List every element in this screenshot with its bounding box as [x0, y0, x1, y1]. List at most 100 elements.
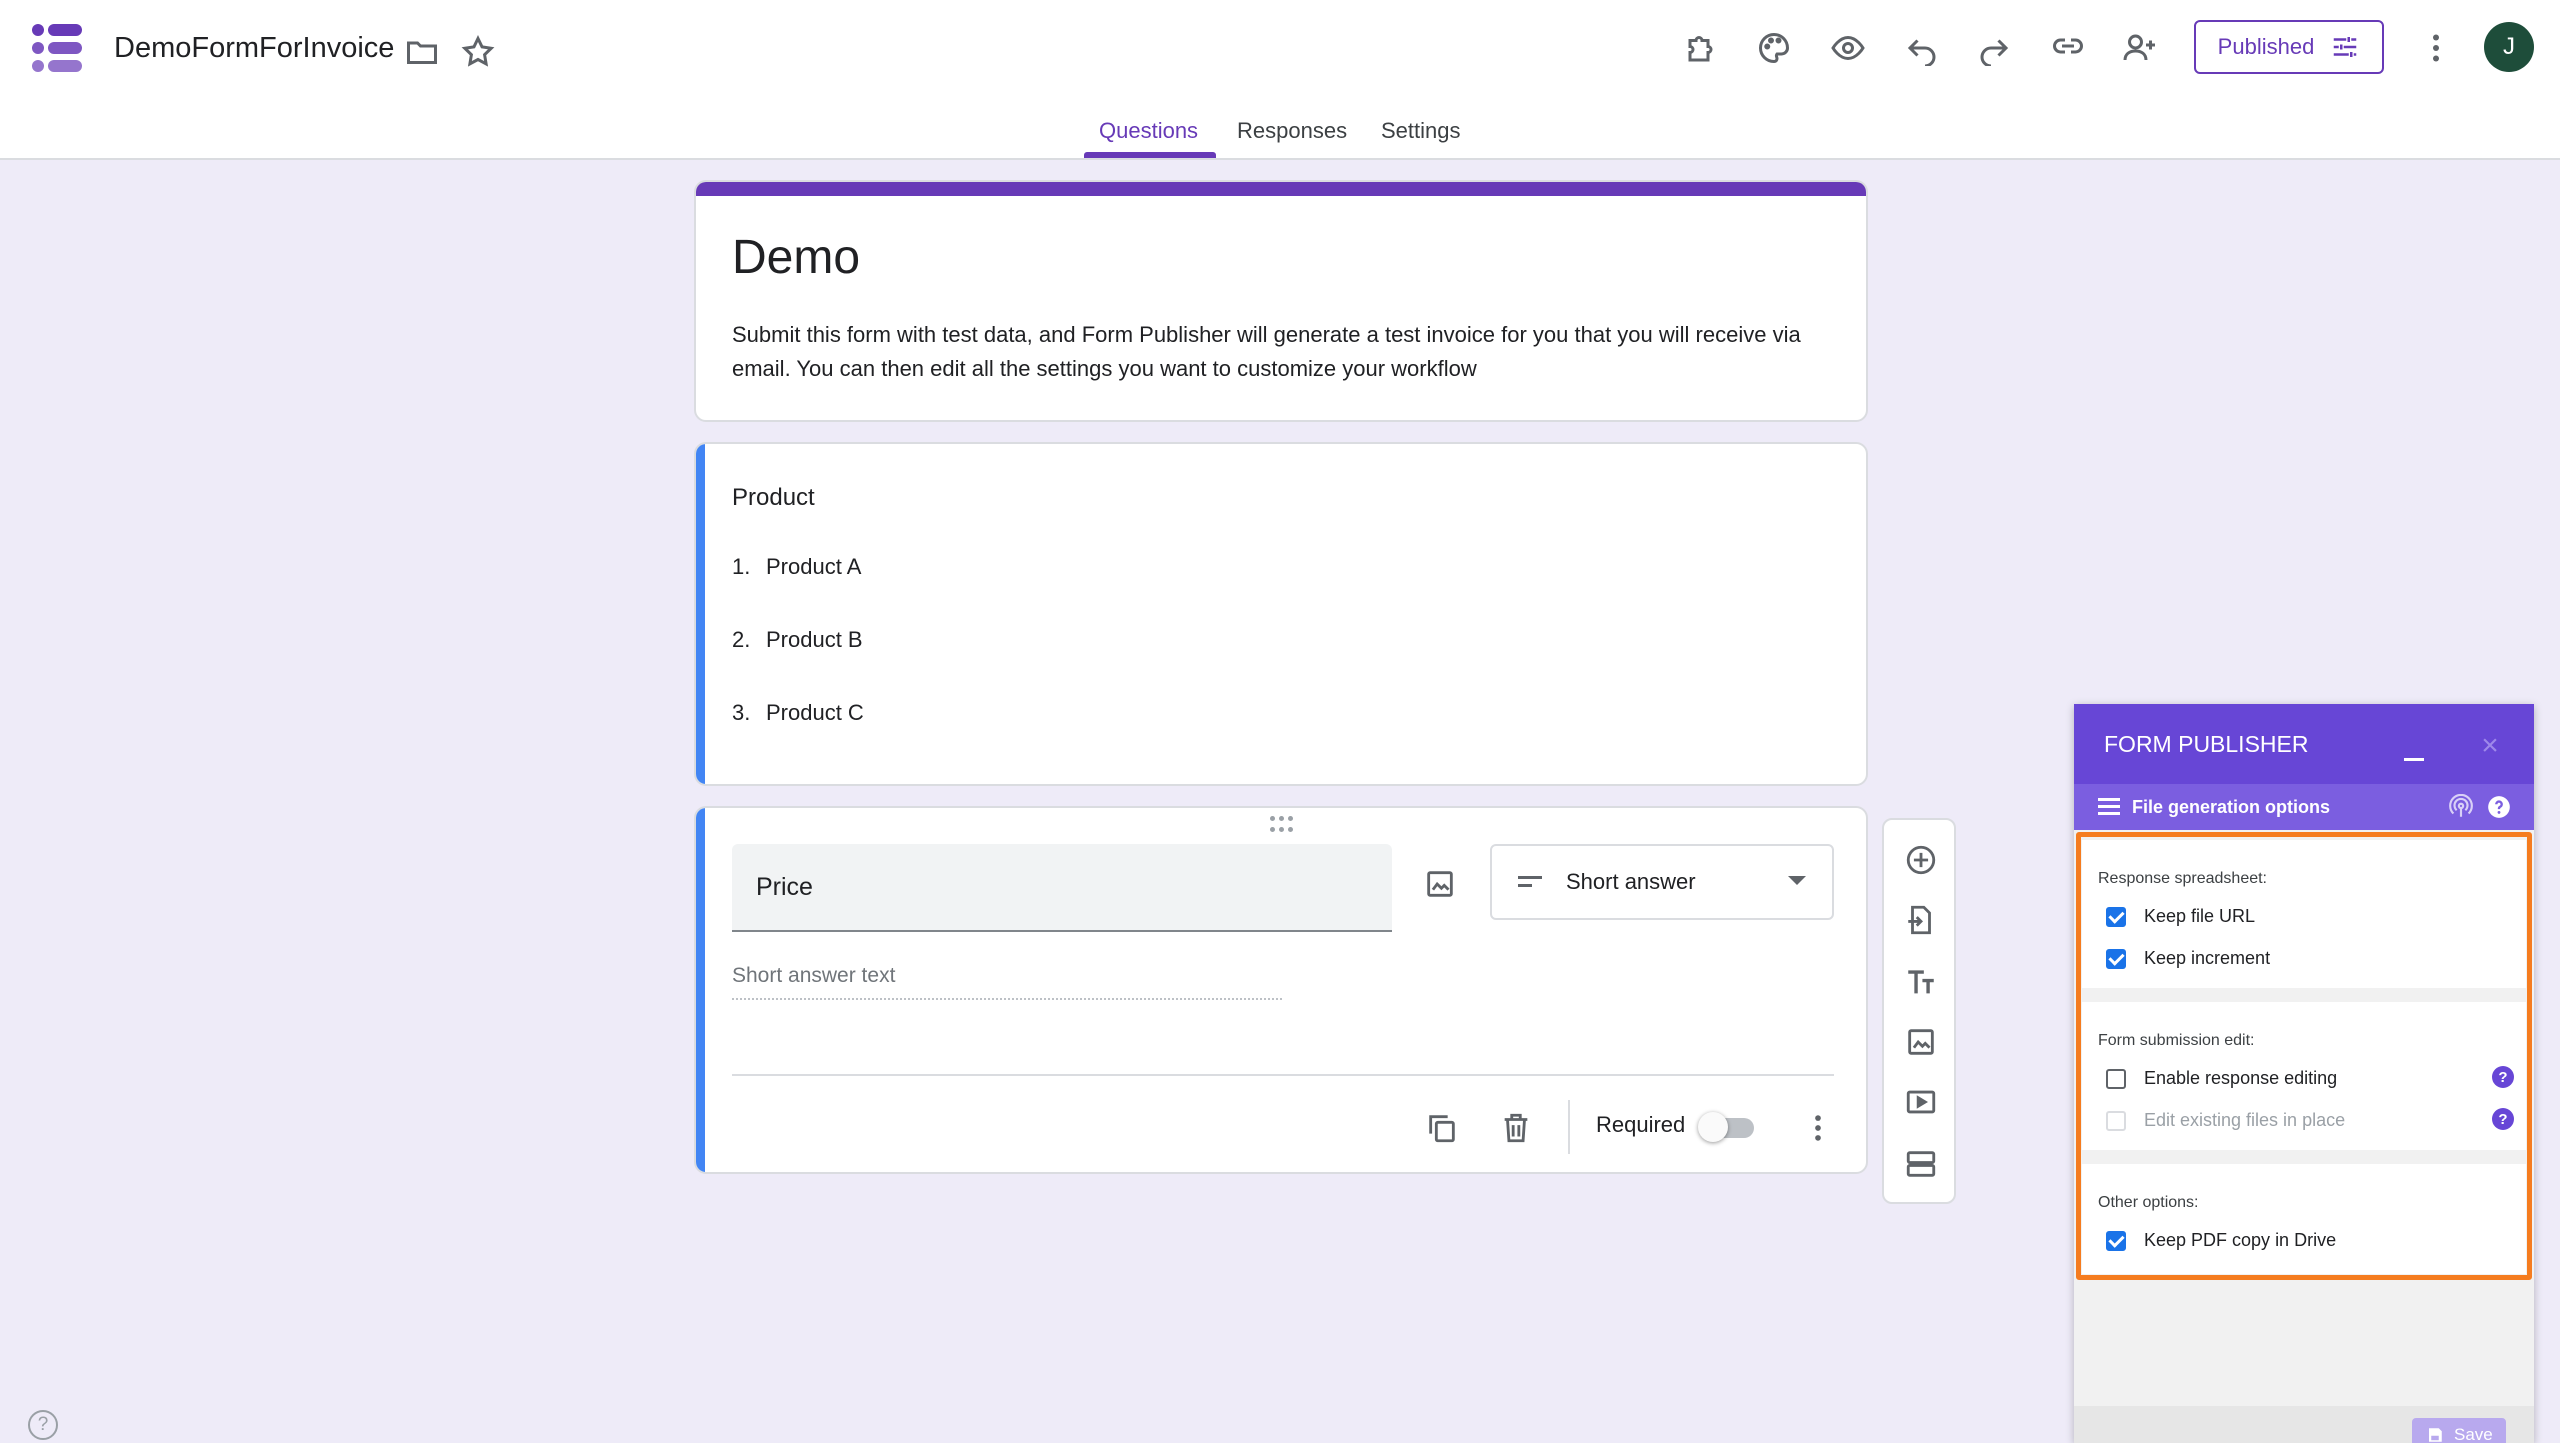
undo-icon[interactable]: [1898, 24, 1946, 72]
price-question-card[interactable]: Price Short answer Short answer text Req…: [694, 806, 1868, 1174]
short-answer-placeholder: Short answer text: [732, 964, 1282, 1000]
active-tab-indicator: [1084, 152, 1216, 158]
list-item: 3. Product C: [732, 700, 864, 726]
option-label: Keep file URL: [2144, 906, 2256, 926]
add-section-icon[interactable]: [1897, 1140, 1945, 1188]
chevron-down-icon: [1788, 876, 1806, 885]
redo-icon[interactable]: [1970, 24, 2018, 72]
list-item-number: 1.: [732, 554, 751, 579]
duplicate-icon[interactable]: [1418, 1104, 1466, 1152]
document-title[interactable]: DemoFormForInvoice: [114, 32, 394, 65]
form-publisher-subbar: File generation options: [2074, 784, 2534, 830]
keep-pdf-copy-option[interactable]: Keep PDF copy in Drive: [2106, 1230, 2336, 1251]
add-image-icon[interactable]: [1897, 1018, 1945, 1066]
page-help-icon[interactable]: ?: [28, 1410, 58, 1440]
tab-settings[interactable]: Settings: [1381, 118, 1461, 158]
list-item-label: Product B: [766, 627, 863, 652]
toggle-thumb: [1698, 1112, 1728, 1142]
save-label: Save: [2454, 1425, 2493, 1443]
hamburger-menu-icon[interactable]: [2098, 796, 2122, 816]
add-question-icon[interactable]: [1897, 836, 1945, 884]
question-type-dropdown[interactable]: Short answer: [1490, 844, 1834, 920]
published-button[interactable]: Published: [2194, 20, 2384, 74]
card-divider: [732, 1074, 1834, 1076]
form-title[interactable]: Demo: [732, 230, 860, 285]
link-icon[interactable]: [2044, 22, 2092, 70]
list-item-number: 3.: [732, 700, 751, 725]
top-bar: DemoFormForInvoice Published J Questions…: [0, 0, 2560, 160]
short-answer-icon: [1518, 876, 1542, 887]
published-label: Published: [2217, 34, 2315, 59]
subbar-title: File generation options: [2132, 796, 2331, 817]
section-title: Form submission edit:: [2098, 1032, 2255, 1049]
edit-existing-files-option: Edit existing files in place: [2106, 1110, 2345, 1131]
avatar[interactable]: J: [2484, 22, 2534, 72]
broadcast-icon[interactable]: [2446, 792, 2476, 822]
tune-sliders-icon: [2334, 37, 2357, 57]
add-video-icon[interactable]: [1897, 1078, 1945, 1126]
save-button[interactable]: Save: [2412, 1418, 2506, 1443]
question-type-label: Short answer: [1566, 869, 1696, 894]
form-publisher-header: FORM PUBLISHER: [2074, 704, 2534, 784]
help-icon[interactable]: ?: [2492, 1066, 2514, 1088]
save-floppy-icon: [2429, 1428, 2442, 1442]
keep-file-url-checkbox[interactable]: [2106, 906, 2126, 927]
import-questions-icon[interactable]: [1897, 896, 1945, 944]
add-title-text-icon[interactable]: [1897, 958, 1945, 1006]
section-title: Response spreadsheet:: [2098, 870, 2267, 887]
edit-existing-files-checkbox: [2106, 1110, 2126, 1131]
list-item: 2. Product B: [732, 627, 863, 653]
keep-pdf-copy-checkbox[interactable]: [2106, 1230, 2126, 1251]
more-options-icon[interactable]: [2412, 24, 2460, 72]
tab-responses[interactable]: Responses: [1237, 118, 1347, 158]
preview-eye-icon[interactable]: [1824, 24, 1872, 72]
minimize-icon[interactable]: [2394, 742, 2434, 774]
required-toggle[interactable]: [1698, 1112, 1754, 1142]
footer-divider: [1568, 1100, 1570, 1154]
form-submission-edit-section: Form submission edit: Enable response ed…: [2082, 1002, 2526, 1150]
star-icon[interactable]: [454, 28, 502, 76]
forms-logo-icon[interactable]: [30, 22, 84, 76]
close-icon[interactable]: ×: [2470, 726, 2510, 766]
response-spreadsheet-section: Response spreadsheet: Keep file URL Keep…: [2082, 840, 2526, 988]
keep-file-url-option[interactable]: Keep file URL: [2106, 906, 2255, 927]
option-label: Enable response editing: [2144, 1068, 2338, 1088]
list-item-number: 2.: [732, 627, 751, 652]
option-label: Keep increment: [2144, 948, 2271, 968]
help-icon[interactable]: ?: [2492, 1108, 2514, 1130]
enable-response-editing-option[interactable]: Enable response editing: [2106, 1068, 2337, 1089]
other-options-section: Other options: Keep PDF copy in Drive: [2082, 1164, 2526, 1274]
help-circle-icon[interactable]: [2484, 792, 2514, 822]
card-left-accent: [696, 444, 705, 784]
required-label: Required: [1596, 1112, 1686, 1137]
title-card-accent: [696, 182, 1866, 196]
move-to-folder-icon[interactable]: [398, 28, 446, 76]
delete-trash-icon[interactable]: [1492, 1104, 1540, 1152]
option-label: Keep PDF copy in Drive: [2144, 1230, 2337, 1250]
question-title-input[interactable]: Price: [732, 844, 1392, 932]
palette-icon[interactable]: [1750, 24, 1798, 72]
keep-increment-option[interactable]: Keep increment: [2106, 948, 2270, 969]
question-more-options-icon[interactable]: [1794, 1104, 1842, 1152]
floating-toolbar: [1882, 818, 1956, 1204]
keep-increment-checkbox[interactable]: [2106, 948, 2126, 969]
form-publisher-panel: FORM PUBLISHER × File generation options…: [2074, 704, 2534, 1443]
add-image-icon[interactable]: [1416, 860, 1464, 908]
form-publisher-title: FORM PUBLISHER: [2104, 730, 2309, 757]
list-item-label: Product A: [766, 554, 862, 579]
list-item-label: Product C: [766, 700, 864, 725]
enable-response-editing-checkbox[interactable]: [2106, 1068, 2126, 1089]
add-collaborator-icon[interactable]: [2116, 24, 2164, 72]
form-title-card[interactable]: Demo Submit this form with test data, an…: [694, 180, 1868, 422]
drag-handle-icon[interactable]: [1266, 816, 1296, 834]
product-question-card[interactable]: Product 1. Product A 2. Product B 3. Produc…: [694, 442, 1868, 786]
section-title: Other options:: [2098, 1194, 2199, 1211]
card-left-accent: [696, 808, 705, 1172]
form-publisher-footer: Save: [2074, 1406, 2534, 1443]
option-label: Edit existing files in place: [2144, 1110, 2346, 1130]
form-description[interactable]: Submit this form with test data, and For…: [732, 318, 1832, 386]
tab-bar: Questions Responses Settings: [0, 118, 2560, 160]
add-ons-puzzle-icon[interactable]: [1678, 24, 1726, 72]
list-item: 1. Product A: [732, 554, 861, 580]
question-title: Product: [732, 484, 815, 511]
